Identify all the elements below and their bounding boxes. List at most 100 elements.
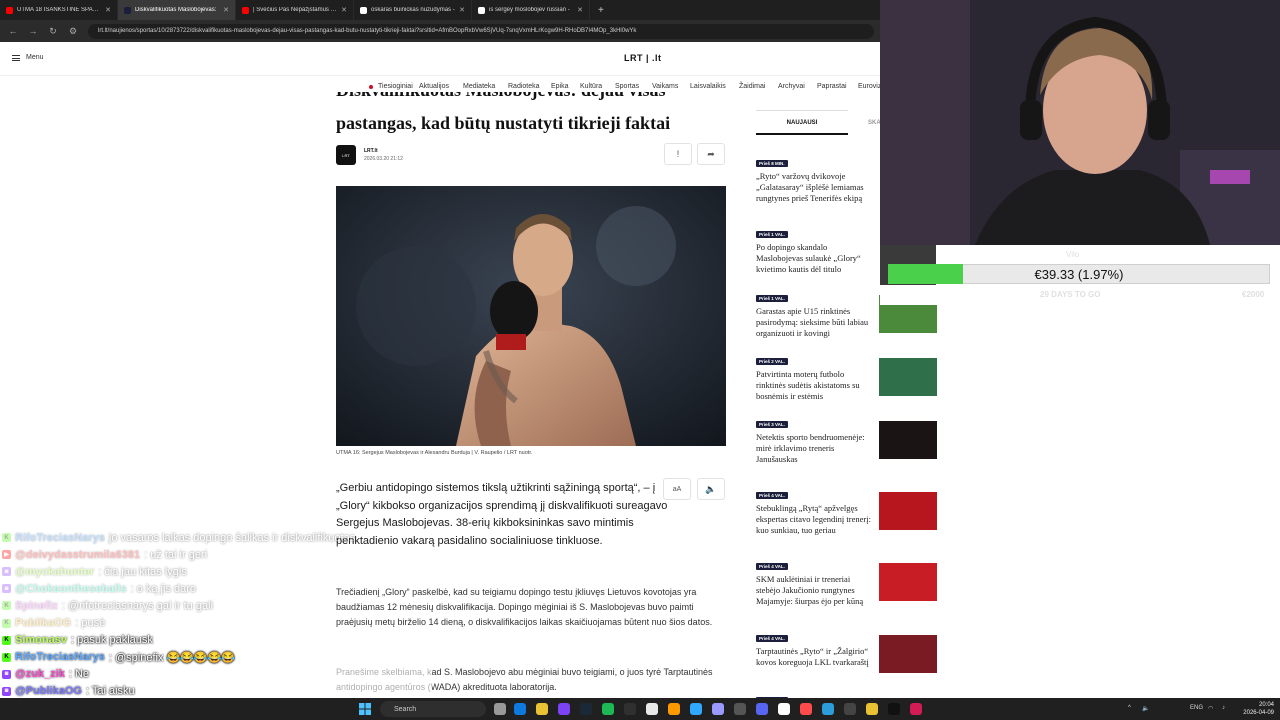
article-photo[interactable] [336, 186, 726, 446]
browser-tab[interactable]: oskaras buinickas nuzudymas - ✕ [354, 0, 472, 20]
nav-item[interactable]: Aktualijos [419, 83, 449, 90]
kick-platform-icon: K [2, 618, 11, 628]
news-item[interactable]: Prieš 4 VAL. SKM auklėtiniai ir treneria… [756, 555, 876, 607]
tab-close-icon[interactable]: ✕ [577, 6, 583, 14]
nav-item[interactable]: Tiesioginiai [378, 83, 413, 90]
chrome-icon[interactable] [536, 703, 548, 715]
news-title[interactable]: Tarptautinės „Ryto“ ir „Žalgirio“ kovos … [756, 646, 876, 668]
donation-header: Vilo [1066, 250, 1080, 259]
windows-start-icon[interactable] [358, 702, 372, 716]
news-item[interactable]: Prieš 1 VAL. Garastas apie U15 rinktinės… [756, 287, 876, 339]
clock[interactable]: 20:04 2026-04-09 [1238, 701, 1274, 717]
tab-close-icon[interactable]: ✕ [105, 6, 111, 14]
app-red-icon[interactable] [910, 703, 922, 715]
site-logo[interactable]: LRT | .lt [624, 53, 662, 63]
chat-text: : Ne [68, 668, 90, 681]
tab-most-read[interactable]: SKAITOMIAUSI [868, 115, 880, 131]
new-tab-button[interactable]: + [590, 5, 612, 16]
reload-icon[interactable]: ↻ [48, 26, 58, 37]
task-view-icon[interactable] [494, 703, 506, 715]
steam-icon[interactable] [580, 703, 592, 715]
news-item[interactable]: Prieš 3 VAL. Netektis sporto bendruomenė… [756, 413, 876, 465]
listen-button[interactable]: 🔈 [697, 478, 725, 500]
nav-item[interactable]: Kultūra [580, 83, 602, 90]
news-thumbnail[interactable] [879, 563, 937, 601]
settings-icon[interactable] [844, 703, 856, 715]
back-icon[interactable]: ← [8, 26, 18, 36]
youtube-icon[interactable] [800, 703, 812, 715]
tray-language[interactable]: ENG [1190, 705, 1203, 711]
source-name[interactable]: LRT.lt [364, 148, 378, 154]
youtube-platform-icon: ▶ [2, 550, 11, 560]
browser-tab[interactable]: Diskvalifikuotas Maslobojevas: ✕ [118, 0, 236, 20]
chrome-2-icon[interactable] [866, 703, 878, 715]
tab-close-icon[interactable]: ✕ [223, 6, 229, 14]
tab-close-icon[interactable]: ✕ [341, 6, 347, 14]
tray-volume-icon[interactable]: ♪ [1222, 705, 1225, 711]
news-item[interactable]: Prieš 4 VAL. Stebuklingą „Rytą“ apžvelgę… [756, 484, 876, 536]
word-icon[interactable] [778, 703, 790, 715]
app-icon-generic[interactable] [734, 703, 746, 715]
news-title[interactable]: „Ryto“ varžovų dvikovoje „Galatasaray“ i… [756, 171, 876, 204]
news-title[interactable]: Patvirtinta moterų futbolo rinktinės sud… [756, 369, 876, 402]
tiktok-icon[interactable] [888, 703, 900, 715]
telegram-icon[interactable] [822, 703, 834, 715]
browser-tab[interactable]: | Svečius Pas Nepažįstamus IRL ✕ [236, 0, 354, 20]
spotify-icon[interactable] [602, 703, 614, 715]
nav-item[interactable]: Vaikams [652, 83, 678, 90]
nav-item[interactable]: Epika [551, 83, 569, 90]
tab-title: Diskvalifikuotas Maslobojevas: [135, 7, 217, 13]
news-item[interactable]: Prieš 2 VAL. Patvirtinta moterų futbolo … [756, 350, 876, 402]
news-thumbnail[interactable] [879, 358, 937, 396]
donation-progress-fill [888, 264, 963, 284]
notepad-icon[interactable] [646, 703, 658, 715]
site-info-icon[interactable]: ⚙ [68, 26, 78, 37]
news-item[interactable]: Prieš 1 VAL. Po dopingo skandalo Maslobo… [756, 223, 876, 275]
news-title[interactable]: Stebuklingą „Rytą“ apžvelgęs ekspertas c… [756, 503, 876, 536]
share-button[interactable]: ➦ [697, 143, 725, 165]
nav-item[interactable]: Žaidimai [739, 83, 765, 90]
nav-item[interactable]: Radioteka [508, 83, 540, 90]
news-thumbnail[interactable] [879, 492, 937, 530]
after-effects-icon[interactable] [712, 703, 724, 715]
news-item[interactable]: Prieš 8 MIN. „Ryto“ varžovų dvikovoje „G… [756, 152, 876, 204]
url-field[interactable]: lrt.lt/naujienos/sportas/10/2873722/disk… [88, 23, 874, 39]
nav-item[interactable]: Sportas [615, 83, 639, 90]
news-title[interactable]: Netektis sporto bendruomenėje: mirė irkl… [756, 432, 876, 465]
tray-speaker-icon[interactable]: 🔈 [1142, 705, 1149, 712]
nav-item[interactable]: Archyvai [778, 83, 805, 90]
twitch-icon[interactable] [558, 703, 570, 715]
browser-tab[interactable]: is sergey moslobojev russian - ✕ [472, 0, 590, 20]
news-title[interactable]: Po dopingo skandalo Maslobojevas sulaukė… [756, 242, 876, 275]
report-button[interactable]: ! [664, 143, 692, 165]
chat-username: @zuk_zik [15, 668, 65, 681]
nav-item[interactable]: Laisvalaikis [690, 83, 726, 90]
browser-tab[interactable]: UTMA 18 IŠANKSTINĖ SPAUDOS ✕ [0, 0, 118, 20]
publish-date: 2026.03.20 21:12 [364, 156, 403, 162]
tray-wifi-icon[interactable]: ◠ [1208, 705, 1213, 712]
nav-item[interactable]: Mediateka [463, 83, 495, 90]
news-thumbnail[interactable] [879, 635, 937, 673]
tab-newest[interactable]: NAUJAUSI [756, 115, 848, 135]
edge-icon[interactable] [514, 703, 526, 715]
nav-item[interactable]: Paprastai [817, 83, 847, 90]
illustrator-icon[interactable] [668, 703, 680, 715]
news-thumbnail[interactable] [879, 421, 937, 459]
discord-icon[interactable] [756, 703, 768, 715]
news-time-badge: Prieš 1 VAL. [756, 295, 788, 302]
tab-favicon-icon [124, 6, 131, 14]
tab-close-icon[interactable]: ✕ [459, 6, 465, 14]
forward-icon[interactable]: → [28, 26, 38, 36]
news-title[interactable]: Garastas apie U15 rinktinės pasirodymą: … [756, 306, 876, 339]
obs-icon[interactable] [624, 703, 636, 715]
tray-chevron-icon[interactable]: ^ [1128, 705, 1131, 711]
photoshop-icon[interactable] [690, 703, 702, 715]
tab-favicon-icon [360, 6, 367, 14]
chat-message: K RifoTreciasNarys jo vasaros laikas dop… [2, 529, 432, 546]
chat-text: : pasuk paklausk [70, 634, 153, 647]
chat-username: @PublikaOG [15, 685, 82, 698]
taskbar-search[interactable]: Search [380, 701, 486, 717]
news-item[interactable]: Prieš 4 VAL. Tarptautinės „Ryto“ ir „Žal… [756, 627, 876, 668]
news-title[interactable]: SKM auklėtiniai ir treneriai stebėjo Jak… [756, 574, 876, 607]
menu-button[interactable]: Menu [12, 54, 44, 61]
